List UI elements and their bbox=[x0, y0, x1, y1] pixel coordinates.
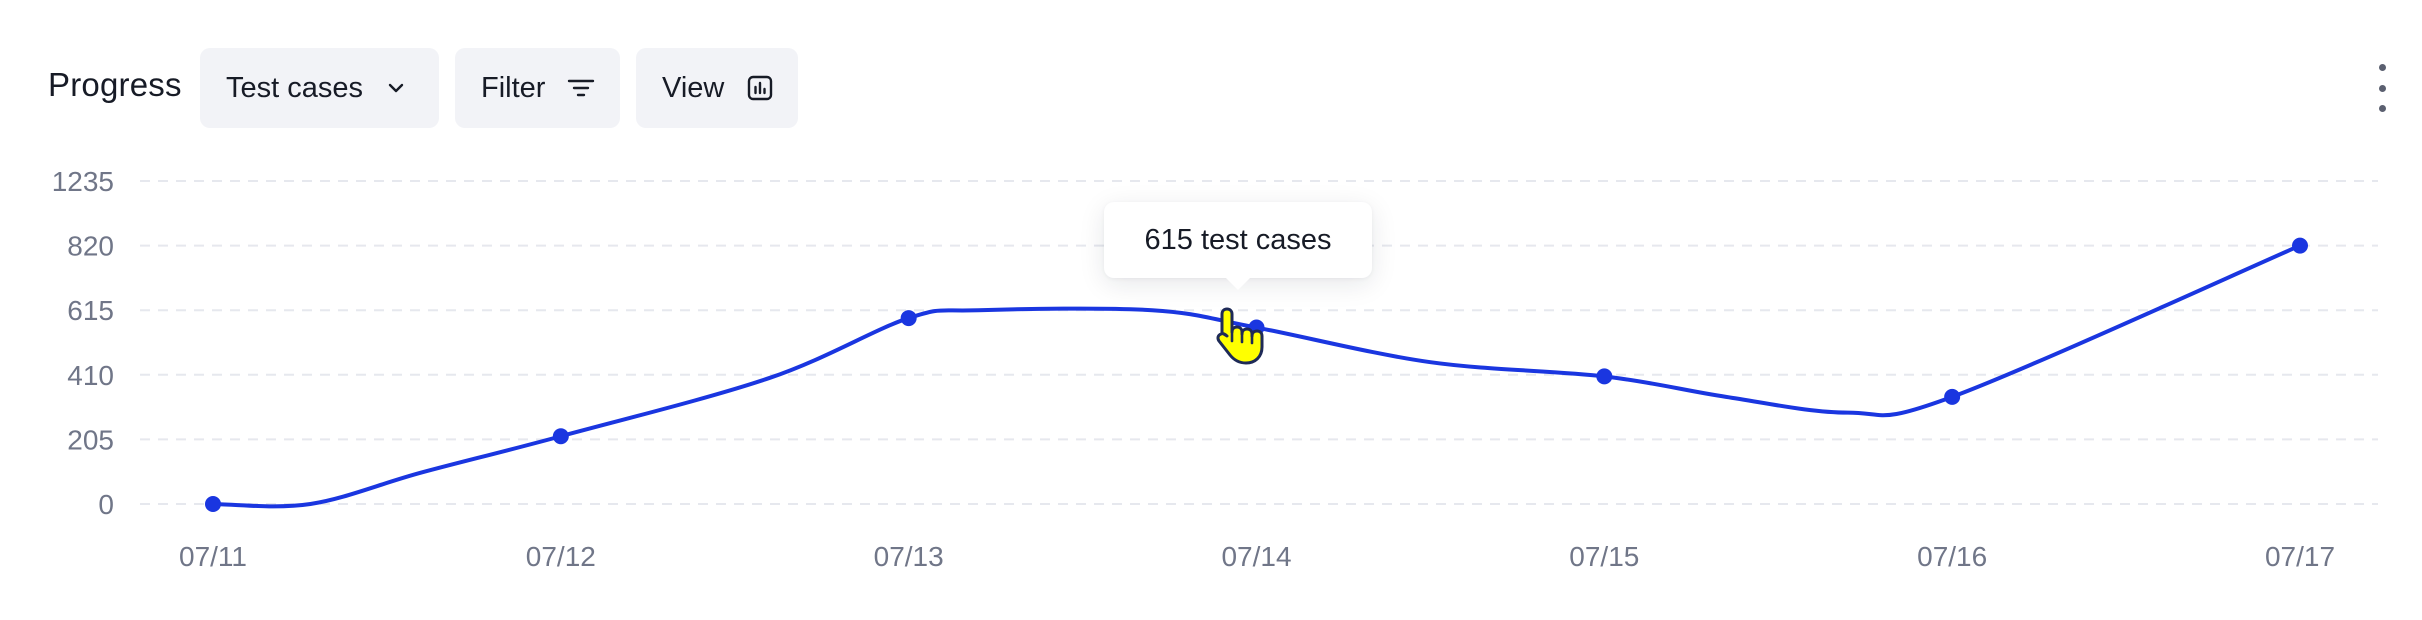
x-tick-label: 07/16 bbox=[1917, 541, 1987, 572]
data-point bbox=[205, 496, 221, 512]
series-line bbox=[211, 243, 2302, 509]
data-point bbox=[1944, 388, 1961, 405]
x-tick-label: 07/15 bbox=[1569, 541, 1639, 572]
data-point bbox=[1596, 368, 1613, 385]
x-tick-label: 07/11 bbox=[179, 541, 247, 572]
y-tick-label: 1235 bbox=[52, 166, 114, 197]
x-tick-label: 07/14 bbox=[1221, 541, 1291, 572]
y-tick-label: 0 bbox=[98, 489, 114, 520]
y-tick-label: 615 bbox=[67, 295, 114, 326]
x-tick-label: 07/12 bbox=[526, 541, 596, 572]
y-tick-label: 410 bbox=[67, 360, 114, 391]
data-point bbox=[2292, 237, 2308, 254]
hand-pointer-cursor-icon bbox=[1213, 305, 1269, 372]
y-tick-label: 205 bbox=[67, 424, 114, 455]
y-tick-label: 820 bbox=[67, 231, 114, 262]
data-point bbox=[900, 310, 917, 327]
progress-widget: Progress Test cases Filter View 0 205 41… bbox=[0, 0, 2422, 620]
x-tick-label: 07/13 bbox=[874, 541, 944, 572]
x-tick-label: 07/17 bbox=[2265, 541, 2335, 572]
data-point bbox=[552, 428, 569, 445]
data-tooltip: 615 test cases bbox=[1104, 202, 1372, 290]
tooltip-text: 615 test cases bbox=[1144, 223, 1332, 256]
progress-line-chart: 0 205 410 615 820 1235 07/11 07/12 07/13 07/14 07/… bbox=[52, 166, 2378, 572]
